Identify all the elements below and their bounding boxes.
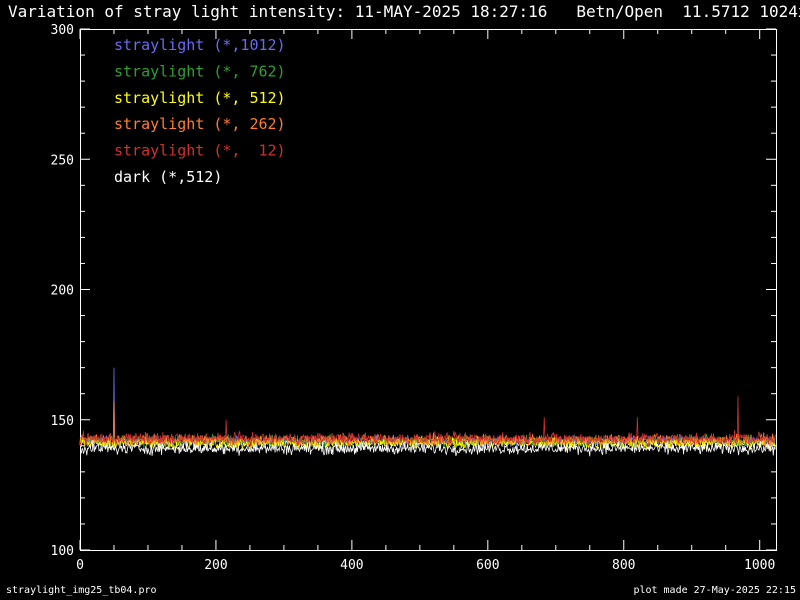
y-tick-label: 300 [51,23,74,38]
y-tick-label: 100 [51,544,74,559]
footer-script-name: straylight_img25_tb04.pro [6,585,157,596]
legend-entry: straylight (*, 262) [114,115,286,133]
legend-entry: straylight (*, 12) [114,142,286,160]
line-chart: 0 200 400 600 800 1000 100 150 200 250 300 strayli… [51,23,777,573]
x-tick-label: 800 [612,558,635,573]
x-tick-label: 200 [204,558,227,573]
axis-ticks [79,28,776,551]
y-tick-label: 150 [51,414,74,429]
y-tick-label: 200 [51,284,74,299]
series-group [79,367,776,457]
plot-frame [80,29,777,551]
x-tick-label: 400 [340,558,363,573]
legend-entry: straylight (*, 512) [114,89,286,107]
legend: straylight (*,1012) straylight (*, 762) st… [114,36,286,186]
legend-entry: dark (*,512) [114,168,222,186]
legend-entry: straylight (*,1012) [114,36,286,54]
footer-plot-date: plot made 27-May-2025 22:15 [633,585,796,596]
legend-entry: straylight (*, 762) [114,62,286,80]
x-tick-label: 0 [76,558,84,573]
x-tick-label: 1000 [744,558,775,573]
y-tick-label: 250 [51,153,74,168]
x-tick-label: 600 [476,558,499,573]
